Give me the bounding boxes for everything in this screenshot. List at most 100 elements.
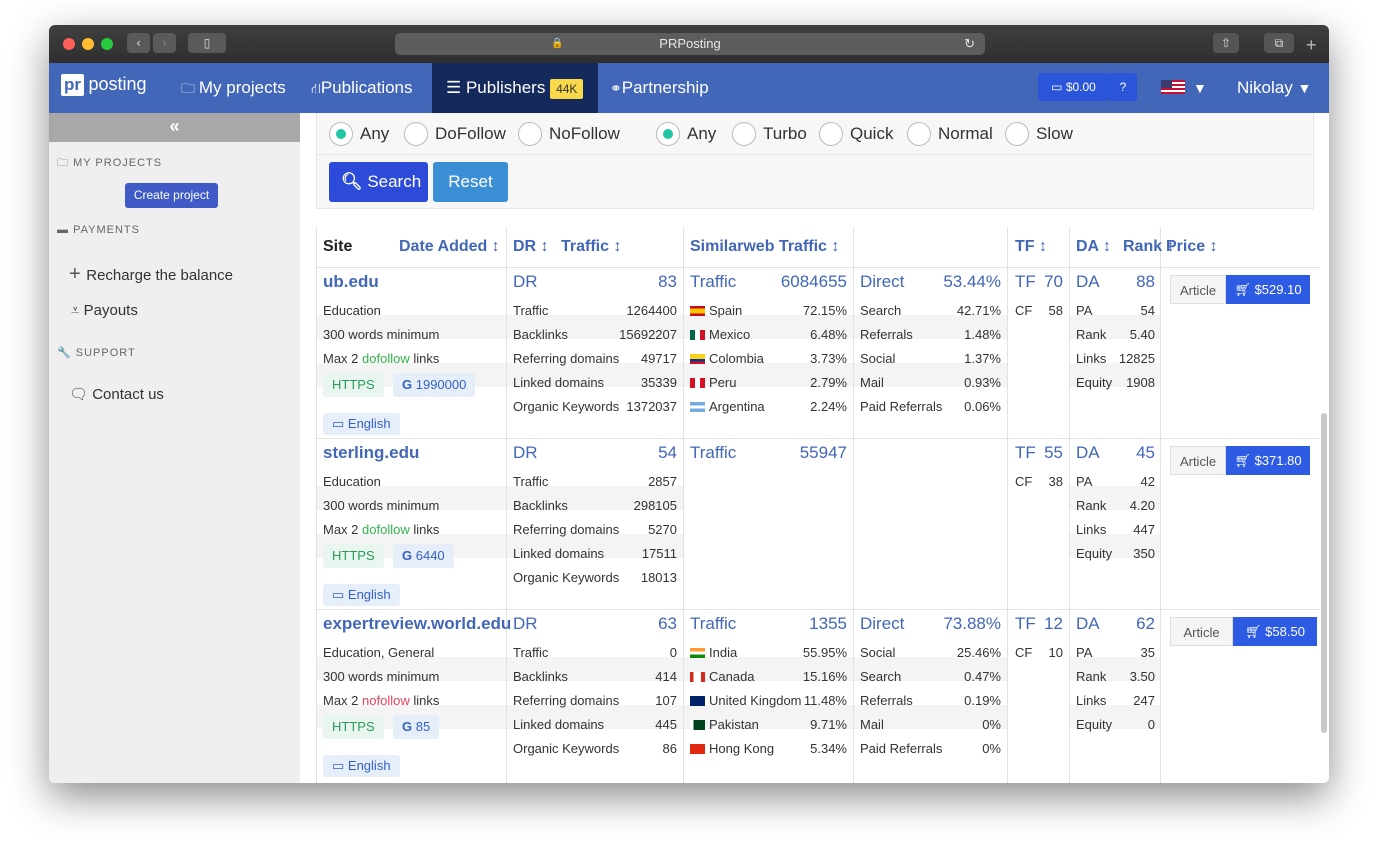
column-header-similarweb[interactable]: Similarweb Traffic ↕ — [690, 238, 839, 256]
tf-label: TF — [1015, 443, 1036, 462]
user-menu[interactable]: Nikolay ▼ — [1237, 63, 1311, 113]
create-project-button[interactable]: Create project — [125, 183, 218, 208]
ahrefs-metric-value: 0 — [669, 645, 677, 660]
dr-label: DR — [513, 443, 538, 462]
country-flag-icon — [690, 306, 705, 316]
reload-icon[interactable]: ↻ — [964, 33, 975, 55]
nav-publishers[interactable]: ☰ Publishers 44K — [432, 63, 598, 113]
close-window-button[interactable] — [63, 38, 75, 50]
country-flag-icon — [690, 648, 705, 658]
sort-icon: ↕ — [540, 238, 549, 255]
column-header-date-added[interactable]: Date Added ↕ — [399, 238, 500, 256]
radio-dofollow[interactable] — [404, 122, 428, 146]
maximize-window-button[interactable] — [101, 38, 113, 50]
logo[interactable]: pr posting — [61, 74, 161, 99]
country-item: Pakistan — [690, 717, 759, 732]
help-button[interactable]: ? — [1109, 73, 1137, 101]
price-value: $529.10 — [1254, 282, 1302, 297]
address-bar[interactable]: 🔒 PRPosting ↻ — [395, 33, 985, 55]
buy-button[interactable]: 🛒︎ $371.80 — [1226, 446, 1310, 475]
column-header-price[interactable]: Price ↕ — [1166, 238, 1218, 256]
search-button[interactable]: 🔍︎ Search — [329, 162, 428, 202]
country-share: 2.79% — [810, 375, 847, 390]
radio-normal[interactable] — [907, 122, 931, 146]
max-links-text: Max 2 dofollow links — [323, 522, 439, 537]
country-flag-icon — [690, 720, 705, 730]
us-flag-icon[interactable] — [1161, 80, 1185, 94]
language-chevron-down-icon[interactable]: ▼ — [1193, 63, 1207, 113]
tabs-icon[interactable]: ⧉ — [1264, 33, 1294, 53]
column-header-da[interactable]: DA ↕ — [1076, 238, 1111, 256]
nav-publications[interactable]: ⛙Publications — [311, 63, 413, 113]
article-button[interactable]: Article — [1170, 446, 1226, 475]
country-share: 9.71% — [810, 717, 847, 732]
radio-quick[interactable] — [819, 122, 843, 146]
column-header-traffic[interactable]: Traffic ↕ — [561, 238, 621, 256]
ahrefs-metric-label: Referring domains — [513, 522, 620, 537]
country-item: Mexico — [690, 327, 750, 342]
traffic-source-name: Mail — [860, 375, 884, 390]
sidebar-toggle-icon[interactable]: ▯ — [188, 33, 226, 53]
country-item: Canada — [690, 669, 755, 684]
site-category: Education — [323, 303, 381, 318]
dr-value: 83 — [658, 272, 677, 291]
site-link[interactable]: ub.edu — [323, 272, 379, 292]
cf-label: CF — [1015, 645, 1033, 660]
sidebar-item-contact[interactable]: 🗨 Contact us — [69, 385, 164, 403]
minimize-window-button[interactable] — [82, 38, 94, 50]
country-item: United Kingdom — [690, 693, 802, 708]
country-name: Colombia — [709, 351, 764, 366]
share-icon[interactable]: ⇧ — [1213, 33, 1239, 53]
buy-button[interactable]: 🛒︎ $58.50 — [1233, 617, 1317, 646]
radio-speed-any[interactable] — [656, 122, 680, 146]
reset-button[interactable]: Reset — [433, 162, 508, 202]
ahrefs-metric-label: Linked domains — [513, 717, 605, 732]
section-payments: ▬ PAYMENTS — [57, 224, 140, 236]
da-value: 45 — [1136, 443, 1155, 462]
forward-button[interactable]: › — [153, 33, 176, 53]
radio-nofollow[interactable] — [518, 122, 542, 146]
google-index-badge: G 6440 — [393, 544, 454, 568]
nav-my-projects[interactable]: 🗀 My projects — [181, 63, 286, 113]
nav-partnership[interactable]: ⚭Partnership — [610, 63, 709, 113]
new-tab-icon[interactable]: + — [1306, 35, 1317, 56]
traffic-source-share: 0% — [982, 717, 1001, 732]
article-button[interactable]: Article — [1170, 275, 1226, 304]
buy-button[interactable]: 🛒︎ $529.10 — [1226, 275, 1310, 304]
moz-metric-label: Links — [1076, 522, 1107, 537]
similarweb-traffic-label: Traffic — [690, 614, 737, 633]
balance-button[interactable]: ▭ $0.00 — [1038, 73, 1109, 101]
country-flag-icon — [690, 330, 705, 340]
radio-link-any-label: Any — [360, 124, 390, 143]
sidebar-item-payouts[interactable]: ⩡ Payouts — [71, 302, 138, 319]
ahrefs-metric-label: Traffic — [513, 645, 549, 660]
follow-type: nofollow — [362, 693, 410, 708]
translate-icon: ▭ — [332, 758, 348, 773]
sidebar-item-recharge[interactable]: + Recharge the balance — [69, 263, 233, 286]
country-name: Hong Kong — [709, 741, 775, 756]
country-name: Peru — [709, 375, 737, 390]
collapse-sidebar-button[interactable]: « — [49, 113, 300, 142]
radio-slow[interactable] — [1005, 122, 1029, 146]
ahrefs-metric-label: Organic Keywords — [513, 570, 620, 585]
article-button[interactable]: Article — [1170, 617, 1233, 646]
site-link[interactable]: sterling.edu — [323, 443, 419, 463]
country-flag-icon — [690, 378, 705, 388]
radio-turbo[interactable] — [732, 122, 756, 146]
similarweb-traffic-label: Traffic — [690, 443, 737, 462]
ahrefs-metric-label: Backlinks — [513, 498, 568, 513]
scrollbar[interactable] — [1321, 413, 1327, 733]
radio-link-any[interactable] — [329, 122, 353, 146]
traffic-source-name: Paid Referrals — [860, 741, 943, 756]
traffic-source-label: Direct — [860, 614, 905, 633]
column-header-dr[interactable]: DR ↕ — [513, 238, 549, 256]
site-category: Education — [323, 474, 381, 489]
country-item: India — [690, 645, 737, 660]
price-value: $371.80 — [1254, 453, 1302, 468]
back-button[interactable]: ‹ — [127, 33, 150, 53]
column-header-tf[interactable]: TF ↕ — [1015, 238, 1047, 256]
words-minimum: 300 words minimum — [323, 498, 440, 513]
ahrefs-metric-value: 445 — [655, 717, 677, 732]
site-link[interactable]: expertreview.world.edu — [323, 614, 511, 634]
da-value: 88 — [1136, 272, 1155, 291]
